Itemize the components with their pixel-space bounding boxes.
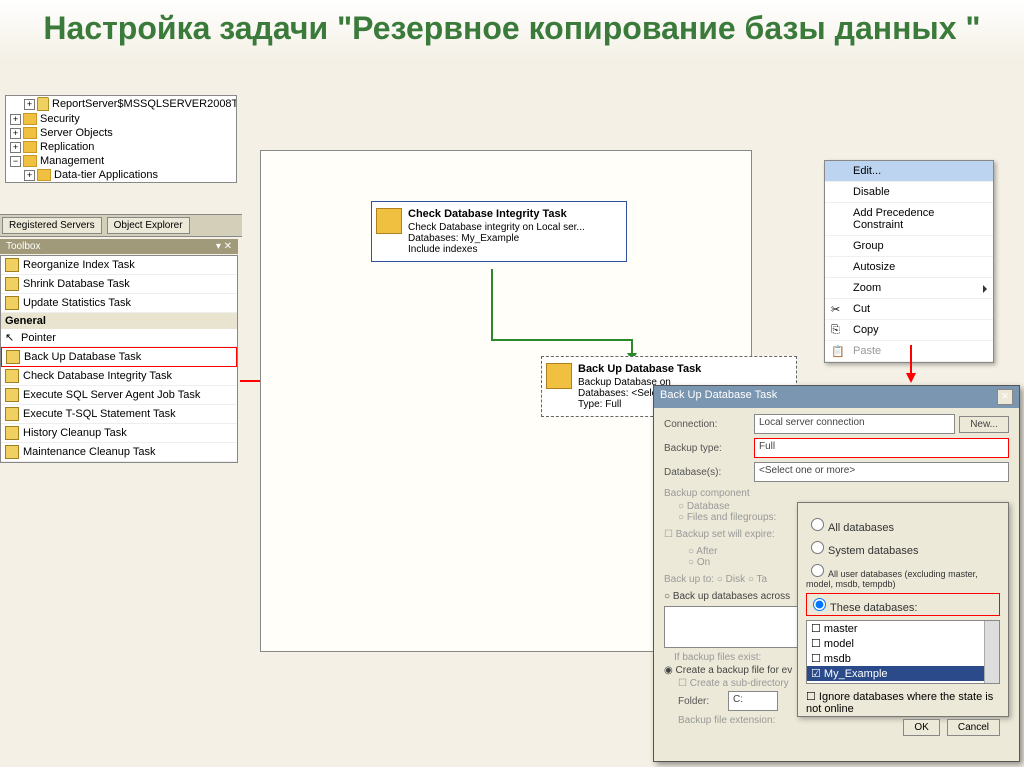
toolbox-item[interactable]: History Cleanup Task: [1, 424, 237, 443]
task-icon: [6, 350, 20, 364]
tree-item[interactable]: +Server Objects: [6, 126, 236, 140]
toolbox-item-backup-db[interactable]: Back Up Database Task: [1, 347, 237, 367]
toolbox-item[interactable]: Maintenance Cleanup Task: [1, 443, 237, 462]
cancel-button[interactable]: Cancel: [947, 719, 1000, 736]
tree-item[interactable]: +ReportServer$MSSQLSERVER2008Tem: [6, 96, 236, 112]
database-selector-popup[interactable]: All databases System databases All user …: [797, 502, 1009, 717]
toolbox-item[interactable]: Update Statistics Task: [1, 294, 237, 313]
task-icon: [5, 445, 19, 459]
folder-icon: [37, 169, 51, 181]
backup-component-label: Backup component: [664, 488, 1009, 499]
radio-all-databases[interactable]: All databases: [806, 515, 1000, 534]
integrity-task-icon: [376, 208, 402, 234]
cut-icon: ✂: [831, 303, 845, 317]
database-icon: [37, 97, 49, 111]
tab-registered-servers[interactable]: Registered Servers: [2, 217, 102, 234]
task-icon: [5, 258, 19, 272]
ctx-autosize[interactable]: Autosize: [825, 257, 993, 278]
task-detail: Databases: My_Example: [408, 233, 618, 244]
radio-system-databases[interactable]: System databases: [806, 538, 1000, 557]
folder-input[interactable]: C:: [728, 691, 778, 711]
ctx-zoom[interactable]: Zoom: [825, 278, 993, 299]
flow-connector-arrow: [631, 339, 633, 353]
ok-button[interactable]: OK: [903, 719, 939, 736]
ctx-group[interactable]: Group: [825, 236, 993, 257]
collapse-icon[interactable]: −: [10, 156, 21, 167]
backup-task-icon: [546, 363, 572, 389]
ctx-add-precedence[interactable]: Add Precedence Constraint: [825, 203, 993, 236]
toolbox-item[interactable]: Shrink Database Task: [1, 275, 237, 294]
db-item-selected[interactable]: ☑ My_Example: [807, 666, 999, 681]
close-icon[interactable]: ✕: [997, 389, 1013, 405]
ctx-copy[interactable]: ⎘Copy: [825, 320, 993, 341]
task-icon: [5, 277, 19, 291]
backup-type-label: Backup type:: [664, 443, 754, 454]
explorer-tabs: Registered Servers Object Explorer: [0, 214, 242, 237]
task-icon: [5, 296, 19, 310]
databases-label: Database(s):: [664, 467, 754, 478]
chk-ignore-offline[interactable]: ☐ Ignore databases where the state is no…: [806, 690, 1000, 715]
task-title: Check Database Integrity Task: [408, 208, 618, 220]
connection-dropdown[interactable]: Local server connection: [754, 414, 955, 434]
folder-label: Folder:: [678, 696, 728, 707]
tree-item[interactable]: +Security: [6, 112, 236, 126]
folder-icon: [23, 127, 37, 139]
radio-user-databases[interactable]: All user databases (excluding master, mo…: [806, 561, 1000, 589]
ctx-cut[interactable]: ✂Cut: [825, 299, 993, 320]
task-check-integrity[interactable]: Check Database Integrity Task Check Data…: [371, 201, 627, 262]
expand-icon[interactable]: +: [10, 128, 21, 139]
task-icon: [5, 426, 19, 440]
toolbox-item[interactable]: Check Database Integrity Task: [1, 367, 237, 386]
expand-icon[interactable]: +: [10, 114, 21, 125]
scrollbar[interactable]: [984, 621, 999, 683]
backup-type-dropdown[interactable]: Full: [754, 438, 1009, 458]
folder-icon: [23, 155, 37, 167]
tab-object-explorer[interactable]: Object Explorer: [107, 217, 190, 234]
task-icon: [5, 388, 19, 402]
ctx-edit[interactable]: Edit...: [825, 161, 993, 182]
db-item[interactable]: ☐ model: [807, 636, 999, 651]
submenu-arrow-icon: [983, 285, 987, 293]
toolbox-item-pointer[interactable]: ↖Pointer: [1, 329, 237, 347]
tree-item[interactable]: +Replication: [6, 140, 236, 154]
annotation-arrow-down: [910, 345, 912, 375]
database-checklist[interactable]: ☐ master ☐ model ☐ msdb ☑ My_Example: [806, 620, 1000, 684]
db-item[interactable]: ☐ msdb: [807, 651, 999, 666]
copy-icon: ⎘: [831, 324, 845, 338]
tree-item[interactable]: −Management: [6, 154, 236, 168]
dialog-title: Back Up Database Task: [660, 389, 777, 405]
toolbox-item[interactable]: Reorganize Index Task: [1, 256, 237, 275]
dialog-titlebar: Back Up Database Task ✕: [654, 386, 1019, 408]
toolbox-category-general[interactable]: General: [1, 313, 237, 329]
paste-icon: 📋: [831, 345, 845, 359]
flow-connector: [491, 269, 493, 339]
task-icon: [5, 369, 19, 383]
flow-connector: [491, 339, 631, 341]
task-title: Back Up Database Task: [578, 363, 788, 375]
folder-icon: [23, 141, 37, 153]
object-explorer-tree[interactable]: +ReportServer$MSSQLSERVER2008Tem +Securi…: [5, 95, 237, 183]
toolbox-item[interactable]: Execute T-SQL Statement Task: [1, 405, 237, 424]
toolbox-item[interactable]: Execute SQL Server Agent Job Task: [1, 386, 237, 405]
toolbox-header: Toolbox ▾ ✕: [0, 239, 238, 254]
ctx-paste[interactable]: 📋Paste: [825, 341, 993, 362]
expand-icon[interactable]: +: [24, 170, 35, 181]
databases-dropdown[interactable]: <Select one or more>: [754, 462, 1009, 482]
task-detail: Check Database integrity on Local ser...: [408, 222, 618, 233]
ctx-disable[interactable]: Disable: [825, 182, 993, 203]
slide-title: Настройка задачи "Резервное копирование …: [0, 0, 1024, 62]
db-item[interactable]: ☐ master: [807, 621, 999, 636]
new-connection-button[interactable]: New...: [959, 416, 1009, 433]
tree-item[interactable]: +Data-tier Applications: [6, 168, 236, 182]
expand-icon[interactable]: +: [24, 99, 35, 110]
radio-these-databases[interactable]: These databases:: [806, 593, 1000, 616]
connection-label: Connection:: [664, 419, 754, 430]
task-icon: [5, 407, 19, 421]
toolbox-panel: Reorganize Index Task Shrink Database Ta…: [0, 255, 238, 463]
task-detail: Include indexes: [408, 244, 618, 255]
context-menu[interactable]: Edit... Disable Add Precedence Constrain…: [824, 160, 994, 363]
folder-icon: [23, 113, 37, 125]
expand-icon[interactable]: +: [10, 142, 21, 153]
